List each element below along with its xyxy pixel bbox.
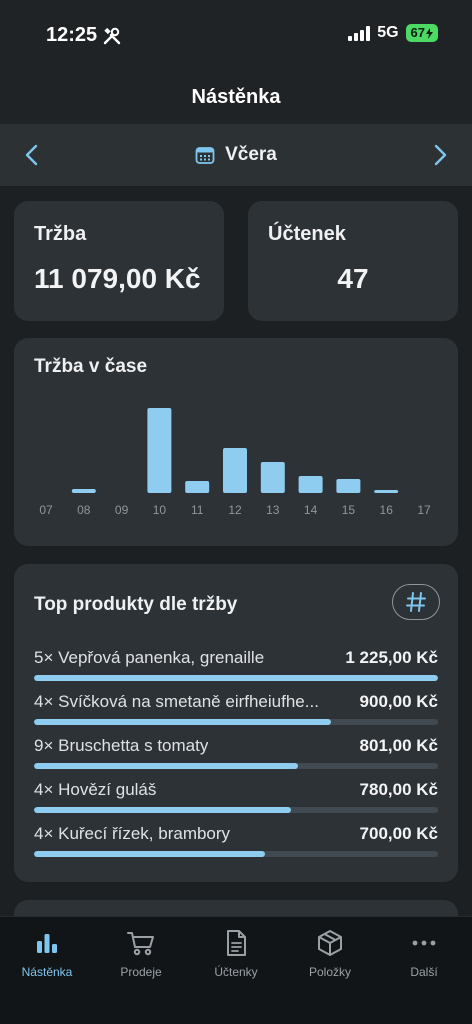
product-row[interactable]: 9× Bruschetta s tomaty 801,00 Kč <box>34 736 438 776</box>
chart-bar-08 <box>71 489 96 493</box>
product-row[interactable]: 4× Svíčková na smetaně eirfheiufhe... 90… <box>34 692 438 732</box>
chevron-right-icon[interactable] <box>430 143 450 167</box>
chart-tick-label: 12 <box>228 503 242 517</box>
product-value: 780,00 Kč <box>359 780 438 799</box>
chart-bar-13 <box>260 462 285 493</box>
product-value: 801,00 Kč <box>359 736 438 755</box>
chart-tick-label: 08 <box>77 503 91 517</box>
bottom-tab-bar: Nástěnka Prodeje Účtenky Položky Další <box>0 916 472 1024</box>
product-name: 5× Vepřová panenka, grenaille <box>34 648 265 667</box>
product-bar-fill <box>34 851 265 857</box>
product-bar-track <box>34 719 438 725</box>
tab-label: Nástěnka <box>21 965 73 979</box>
tab-prodeje[interactable]: Prodeje <box>101 929 181 979</box>
chart-tick-label: 15 <box>342 503 356 517</box>
tab-dalsi[interactable]: Další <box>384 929 464 979</box>
product-row[interactable]: 5× Vepřová panenka, grenaille 1 225,00 K… <box>34 648 438 688</box>
chart-bar-15 <box>336 479 361 493</box>
status-time: 12:25 <box>46 24 121 47</box>
bar-chart-icon <box>37 934 57 953</box>
chart-bar-14 <box>298 476 323 493</box>
date-label: Včera <box>225 144 277 165</box>
product-value: 700,00 Kč <box>359 824 438 843</box>
time-text: 12:25 <box>46 24 98 46</box>
chart-bar-16 <box>374 490 399 493</box>
receipt-icon <box>227 930 246 956</box>
product-name: 4× Kuřecí řízek, brambory <box>34 824 231 843</box>
quantity-toggle-button[interactable] <box>392 584 440 620</box>
chart-bar-12 <box>223 448 247 493</box>
receipts-value: 47 <box>337 263 369 294</box>
calendar-icon <box>195 147 215 164</box>
product-bar-fill <box>34 807 292 813</box>
battery-icon: 67 <box>405 24 438 42</box>
dashboard-content: Tržba 11 079,00 Kč Účtenek 47 Tržba v ča… <box>0 186 472 916</box>
more-icon <box>412 940 436 946</box>
receipts-card[interactable]: Účtenek 47 <box>248 201 458 321</box>
revenue-value: 11 079,00 Kč <box>34 263 201 294</box>
tools-icon <box>103 27 121 44</box>
revenue-chart-card: Tržba v čase 07 08 09 10 11 12 13 14 15 16 17 <box>14 338 458 546</box>
tab-label: Další <box>410 965 438 979</box>
product-row[interactable]: 4× Hovězí guláš 780,00 Kč <box>34 780 438 820</box>
top-products-title: Top produkty dle tržby <box>34 594 238 615</box>
product-value: 900,00 Kč <box>359 692 438 711</box>
top-products-card: Top produkty dle tržby 5× Vepřová panenk… <box>14 564 458 882</box>
product-name: 4× Svíčková na smetaně eirfheiufhe... <box>34 692 319 711</box>
tab-label: Prodeje <box>120 965 162 979</box>
hash-icon <box>406 592 426 612</box>
product-value: 1 225,00 Kč <box>345 648 438 667</box>
chevron-left-icon[interactable] <box>22 143 42 167</box>
product-bar-fill <box>34 719 331 725</box>
chart-tick-label: 17 <box>417 503 431 517</box>
date-navigation: Včera <box>0 124 472 186</box>
revenue-card[interactable]: Tržba 11 079,00 Kč <box>14 201 224 321</box>
network-label: 5G <box>377 24 399 41</box>
chart-bar-10 <box>147 408 172 493</box>
chart-bar-11 <box>185 481 210 493</box>
chart-tick-label: 16 <box>380 503 394 517</box>
tab-label: Položky <box>308 965 352 979</box>
tab-polozky[interactable]: Položky <box>290 929 370 979</box>
product-row[interactable]: 4× Kuřecí řízek, brambory 700,00 Kč <box>34 824 438 864</box>
box-icon <box>318 930 342 956</box>
revenue-label: Tržba <box>34 223 87 245</box>
status-indicators: 5G 67 <box>348 24 438 42</box>
product-name: 9× Bruschetta s tomaty <box>34 736 209 755</box>
revenue-bar-chart: 07 08 09 10 11 12 13 14 15 16 17 <box>39 408 431 517</box>
status-bar: 12:25 5G 67 <box>0 0 472 70</box>
page-title: Nástěnka <box>191 85 281 108</box>
tab-nastenka[interactable]: Nástěnka <box>7 929 87 979</box>
product-bar-track <box>34 763 438 769</box>
product-bar-fill <box>34 675 438 681</box>
product-bar-track <box>34 807 438 813</box>
tab-uctenky[interactable]: Účtenky <box>196 929 276 979</box>
product-bar-fill <box>34 763 299 769</box>
product-bar-track <box>34 675 438 681</box>
chart-tick-label: 14 <box>304 503 318 517</box>
next-card-partial <box>14 900 458 916</box>
date-picker[interactable]: Včera <box>195 144 277 166</box>
chart-tick-label: 13 <box>266 503 280 517</box>
chart-tick-label: 11 <box>191 503 204 517</box>
top-header: Nástěnka <box>0 70 472 124</box>
receipts-label: Účtenek <box>268 223 346 245</box>
chart-tick-label: 10 <box>153 503 167 517</box>
chart-tick-label: 09 <box>115 503 129 517</box>
product-name: 4× Hovězí guláš <box>34 780 157 799</box>
battery-level: 67 <box>410 25 425 40</box>
product-bar-track <box>34 851 438 857</box>
signal-icon <box>348 25 371 41</box>
tab-label: Účtenky <box>214 965 258 979</box>
cart-icon <box>127 932 154 956</box>
chart-tick-label: 07 <box>39 503 53 517</box>
